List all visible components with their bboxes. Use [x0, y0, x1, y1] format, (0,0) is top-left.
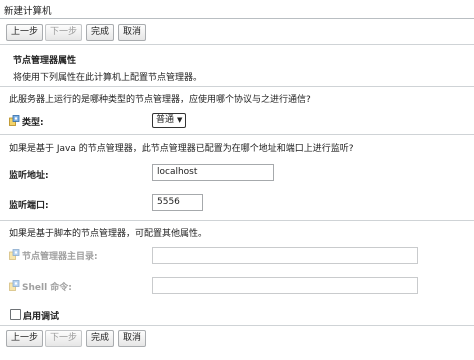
type-select-value: 普通 [156, 115, 175, 125]
type-question: 此服务器上运行的是哪种类型的节点管理器，应使用哪个协议与之进行通信? [9, 95, 311, 105]
home-dir-label: 节点管理器主目录: [22, 252, 98, 262]
bottom-divider [0, 325, 474, 326]
property-settings-icon [9, 280, 20, 291]
java-question: 如果是基于 Java 的节点管理器，此节点管理器已配置为在哪个地址和端口上进行监… [9, 144, 354, 154]
type-label: 类型: [22, 118, 44, 128]
debug-label: 启用调试 [23, 312, 60, 322]
type-select[interactable]: 普通 ▼ [152, 113, 187, 128]
section-title: 节点管理器属性 [13, 56, 77, 66]
home-dir-input[interactable] [152, 247, 418, 264]
toolbar-divider [0, 44, 474, 45]
port-divider [0, 220, 474, 221]
finish-button[interactable]: 完成 [86, 24, 114, 41]
title-divider [0, 18, 474, 19]
property-settings-icon [9, 115, 20, 126]
cancel-button-bottom[interactable]: 取消 [118, 330, 146, 347]
section-description: 将使用下列属性在此计算机上配置节点管理器。 [13, 73, 203, 83]
back-button-bottom[interactable]: 上一步 [6, 330, 43, 347]
window-title: 新建计算机 [4, 6, 52, 17]
cancel-button[interactable]: 取消 [118, 24, 146, 41]
chevron-down-icon: ▼ [177, 116, 183, 124]
next-button-bottom[interactable]: 下一步 [45, 330, 82, 347]
shell-command-label: Shell 命令: [22, 283, 72, 293]
listen-address-label: 监听地址: [9, 171, 49, 181]
property-settings-icon [9, 249, 20, 260]
listen-address-input[interactable]: localhost [152, 164, 274, 181]
finish-button-bottom[interactable]: 完成 [86, 330, 114, 347]
back-button[interactable]: 上一步 [6, 24, 43, 41]
type-divider [0, 134, 474, 135]
next-button[interactable]: 下一步 [45, 24, 82, 41]
section-divider [0, 86, 474, 87]
listen-port-label: 监听端口: [9, 201, 49, 211]
script-question: 如果是基于脚本的节点管理器，可配置其他属性。 [9, 229, 208, 239]
shell-command-input[interactable] [152, 277, 418, 294]
debug-checkbox[interactable] [10, 309, 21, 320]
listen-port-input[interactable]: 5556 [152, 194, 203, 211]
